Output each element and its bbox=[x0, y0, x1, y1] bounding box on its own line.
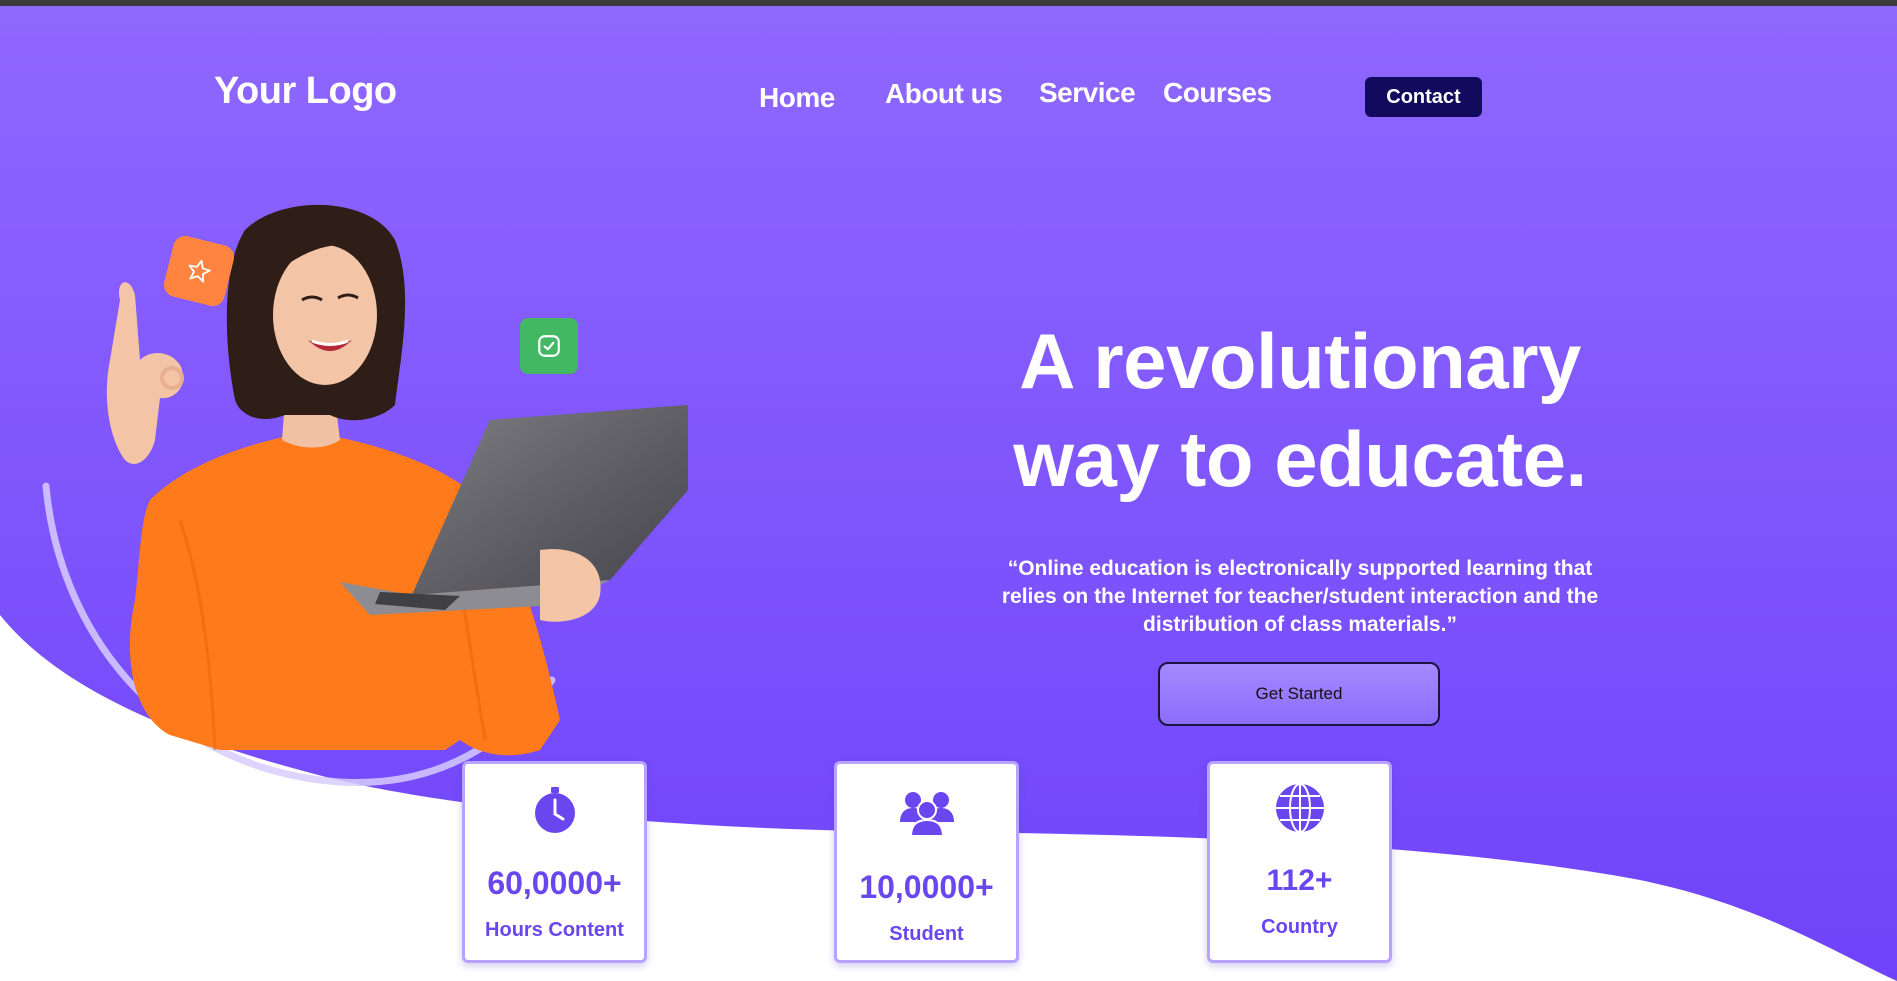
stat-card-countries: 112+ Country bbox=[1207, 761, 1392, 963]
users-icon bbox=[899, 792, 954, 836]
stat-label: Hours Content bbox=[485, 919, 624, 941]
browser-top-bar bbox=[0, 0, 1897, 6]
hero-quote: “Online education is electronically supp… bbox=[1001, 557, 1599, 636]
stat-label: Country bbox=[1261, 916, 1338, 938]
check-icon bbox=[538, 335, 560, 357]
hero-person-image bbox=[42, 204, 688, 787]
nav-about-us[interactable]: About us bbox=[885, 78, 1003, 110]
stat-card-hours: 60,0000+ Hours Content bbox=[462, 761, 647, 963]
stat-card-students: 10,0000+ Student bbox=[834, 761, 1019, 963]
nav-courses[interactable]: Courses bbox=[1163, 77, 1272, 109]
site-logo[interactable]: Your Logo bbox=[214, 70, 397, 113]
star-icon bbox=[188, 259, 211, 283]
clock-icon bbox=[534, 787, 575, 833]
stat-label: Student bbox=[889, 923, 964, 945]
nav-service[interactable]: Service bbox=[1039, 77, 1136, 109]
get-started-button[interactable]: Get Started bbox=[1158, 662, 1440, 726]
headline-line-2: way to educate. bbox=[1013, 415, 1587, 503]
headline-line-1: A revolutionary bbox=[1019, 317, 1581, 405]
contact-button[interactable]: Contact bbox=[1365, 77, 1482, 117]
check-badge bbox=[520, 318, 578, 374]
hero-headline: A revolutionary way to educate. bbox=[960, 312, 1640, 508]
globe-icon bbox=[1275, 783, 1324, 833]
stat-value: 60,0000+ bbox=[487, 865, 622, 901]
stat-value: 112+ bbox=[1266, 864, 1333, 897]
stat-value: 10,0000+ bbox=[859, 869, 994, 905]
nav-home[interactable]: Home bbox=[759, 82, 835, 114]
